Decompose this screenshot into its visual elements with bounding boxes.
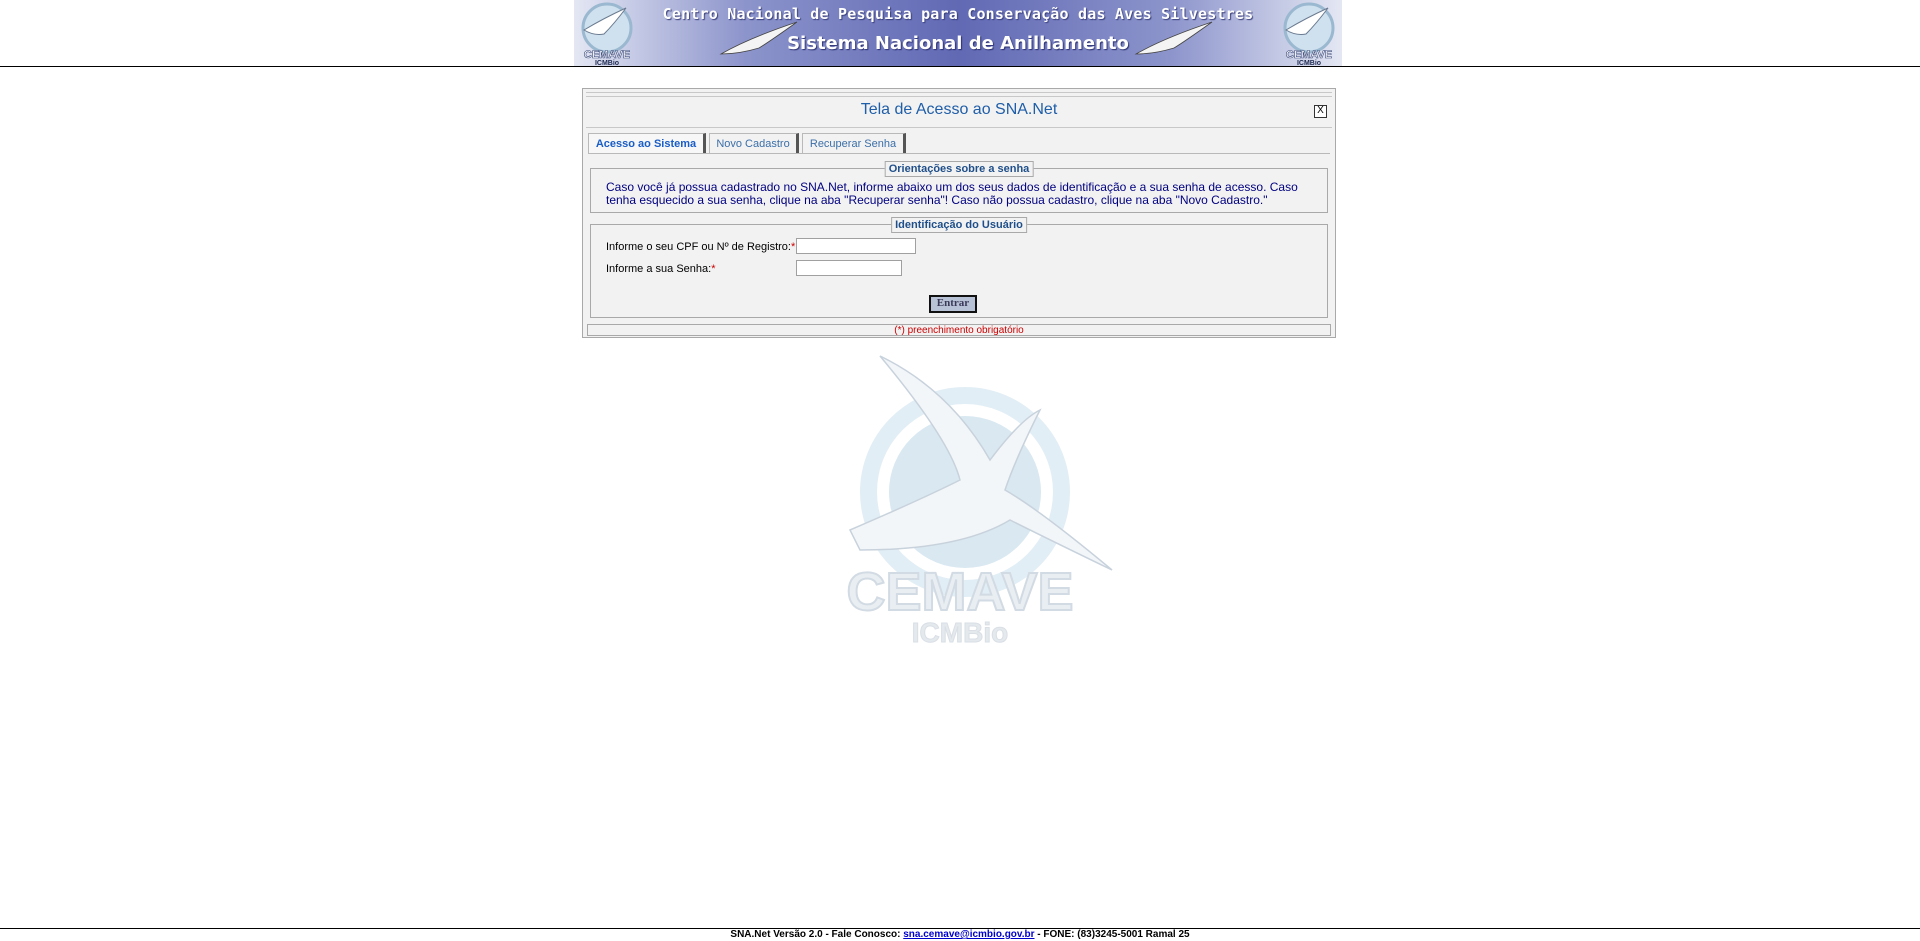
footer-prefix: SNA.Net Versão 2.0 - Fale Conosco: xyxy=(730,929,904,940)
orientation-fieldset: Orientações sobre a senha Caso você já p… xyxy=(590,161,1328,213)
orientation-text: Caso você já possua cadastrado no SNA.Ne… xyxy=(606,180,1298,207)
tab-acesso-ao-sistema[interactable]: Acesso ao Sistema xyxy=(588,133,706,154)
tab-bar-divider xyxy=(588,153,1330,154)
header-title-line2: Sistema Nacional de Anilhamento xyxy=(787,33,1129,54)
cpf-input[interactable] xyxy=(796,238,916,254)
header-title-line1: Centro Nacional de Pesquisa para Conserv… xyxy=(662,5,1254,23)
dialog-title: Tela de Acesso ao SNA.Net xyxy=(860,101,1058,118)
entrar-button[interactable]: Entrar xyxy=(929,295,977,313)
orientation-legend: Orientações sobre a senha xyxy=(884,161,1034,177)
footer-suffix: - FONE: (83)3245-5001 Ramal 25 xyxy=(1034,929,1190,940)
senha-input[interactable] xyxy=(796,260,902,276)
watermark-text-main: CEMAVE xyxy=(846,562,1073,622)
contact-email-link[interactable]: sna.cemave@icmbio.gov.br xyxy=(903,929,1034,940)
tab-recuperar-senha[interactable]: Recuperar Senha xyxy=(802,133,906,154)
required-mark: * xyxy=(711,263,716,275)
close-button[interactable]: X xyxy=(1314,105,1327,118)
identification-fieldset: Identificação do Usuário Informe o seu C… xyxy=(590,217,1328,318)
cpf-label-text: Informe o seu CPF ou Nº de Registro: xyxy=(606,241,791,253)
footer: SNA.Net Versão 2.0 - Fale Conosco: sna.c… xyxy=(0,929,1920,941)
watermark-text-sub: ICMBio xyxy=(912,617,1008,648)
cpf-label: Informe o seu CPF ou Nº de Registro:* xyxy=(606,241,795,253)
dialog-top-strip xyxy=(586,92,1332,97)
senha-label: Informe a sua Senha:* xyxy=(606,263,715,275)
senha-label-text: Informe a sua Senha: xyxy=(606,263,712,275)
header-banner: CEMAVE ICMBio Centro Nacional de Pesquis… xyxy=(574,0,1342,66)
tab-novo-cadastro[interactable]: Novo Cadastro xyxy=(709,133,799,154)
required-note: (*) preenchimento obrigatório xyxy=(587,324,1331,336)
cemave-watermark-logo: CEMAVE ICMBio xyxy=(845,355,1113,649)
cemave-logo-icon: CEMAVE ICMBio xyxy=(1283,2,1335,66)
required-mark: * xyxy=(791,241,796,253)
header-divider xyxy=(0,66,1920,67)
identification-legend: Identificação do Usuário xyxy=(891,217,1027,233)
login-dialog: Tela de Acesso ao SNA.Net X Acesso ao Si… xyxy=(582,88,1336,338)
title-divider xyxy=(586,127,1332,128)
